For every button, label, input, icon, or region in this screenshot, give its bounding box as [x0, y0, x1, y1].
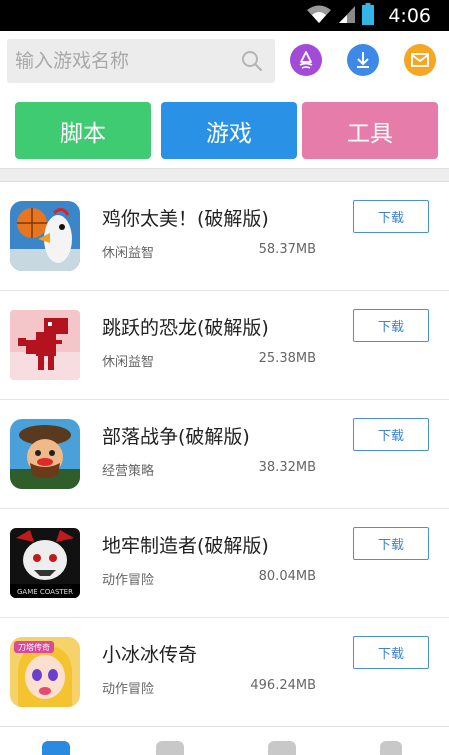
category-tab-icon[interactable]: [156, 741, 184, 755]
bottom-nav: [0, 726, 449, 755]
top-bar: [0, 31, 449, 93]
anime-girl-icon-text: 刀塔传奇: [18, 642, 50, 652]
download-button[interactable]: 下载: [353, 418, 429, 451]
app-category: 经营策略: [102, 464, 155, 479]
list-item[interactable]: 鸡你太美！(破解版) 休闲益智 58.37MB 下载: [0, 182, 449, 291]
download-button[interactable]: 下载: [353, 636, 429, 669]
download-button[interactable]: 下载: [353, 527, 429, 560]
home-tab-icon[interactable]: [42, 741, 70, 755]
list-item[interactable]: 刀塔传奇 小冰冰传奇 动作冒险 496.24MB 下载: [0, 618, 449, 727]
app-size: 496.24MB: [250, 678, 316, 693]
app-category: 动作冒险: [102, 682, 155, 697]
app-list: 鸡你太美！(破解版) 休闲益智 58.37MB 下载 跳跃的恐龙(破解版) 休闲…: [0, 182, 449, 727]
mail-icon[interactable]: [404, 44, 436, 76]
list-item[interactable]: 部落战争(破解版) 经营策略 38.32MB 下载: [0, 400, 449, 509]
category-script-button[interactable]: 脚本: [15, 102, 151, 159]
signal-icon: [338, 4, 356, 28]
app-size: 38.32MB: [258, 460, 316, 475]
basketball-chicken-icon: [10, 201, 80, 271]
app-name: 鸡你太美！(破解版): [102, 208, 269, 230]
app-category: 休闲益智: [102, 355, 155, 370]
search-input[interactable]: [15, 39, 235, 83]
status-icons: 4:06: [306, 2, 439, 29]
category-tabs: 脚本 游戏 工具: [0, 93, 449, 168]
community-tab-icon[interactable]: [268, 741, 296, 755]
dungeon-maker-icon: GAME COASTER: [10, 528, 80, 598]
app-name: 部落战争(破解版): [102, 426, 250, 448]
status-bar: 4:06: [0, 0, 449, 31]
app-name: 跳跃的恐龙(破解版): [102, 317, 269, 339]
app-size: 58.37MB: [258, 242, 316, 257]
pixel-dinosaur-icon: [10, 310, 80, 380]
profile-tab-icon[interactable]: [380, 741, 402, 755]
download-button[interactable]: 下载: [353, 309, 429, 342]
battery-icon: [362, 2, 375, 29]
app-category: 动作冒险: [102, 573, 155, 588]
anime-girl-icon: 刀塔传奇: [10, 637, 80, 707]
app-size: 80.04MB: [258, 569, 316, 584]
rocket-icon[interactable]: [290, 44, 322, 76]
app-name: 小冰冰传奇: [102, 644, 198, 666]
app-category: 休闲益智: [102, 246, 155, 261]
list-item[interactable]: GAME COASTER 地牢制造者(破解版) 动作冒险 80.04MB 下载: [0, 509, 449, 618]
download-button[interactable]: 下载: [353, 200, 429, 233]
section-divider: [0, 168, 449, 182]
category-tool-button[interactable]: 工具: [302, 102, 438, 159]
app-name: 地牢制造者(破解版): [102, 535, 269, 557]
wifi-icon: [306, 4, 332, 28]
dungeon-maker-icon-text: GAME COASTER: [17, 588, 73, 596]
search-icon[interactable]: [241, 50, 263, 76]
app-size: 25.38MB: [258, 351, 316, 366]
tribe-warrior-icon: [10, 419, 80, 489]
category-game-button[interactable]: 游戏: [161, 102, 297, 159]
status-time: 4:06: [388, 4, 431, 27]
list-item[interactable]: 跳跃的恐龙(破解版) 休闲益智 25.38MB 下载: [0, 291, 449, 400]
download-icon[interactable]: [347, 44, 379, 76]
search-box[interactable]: [7, 39, 275, 83]
